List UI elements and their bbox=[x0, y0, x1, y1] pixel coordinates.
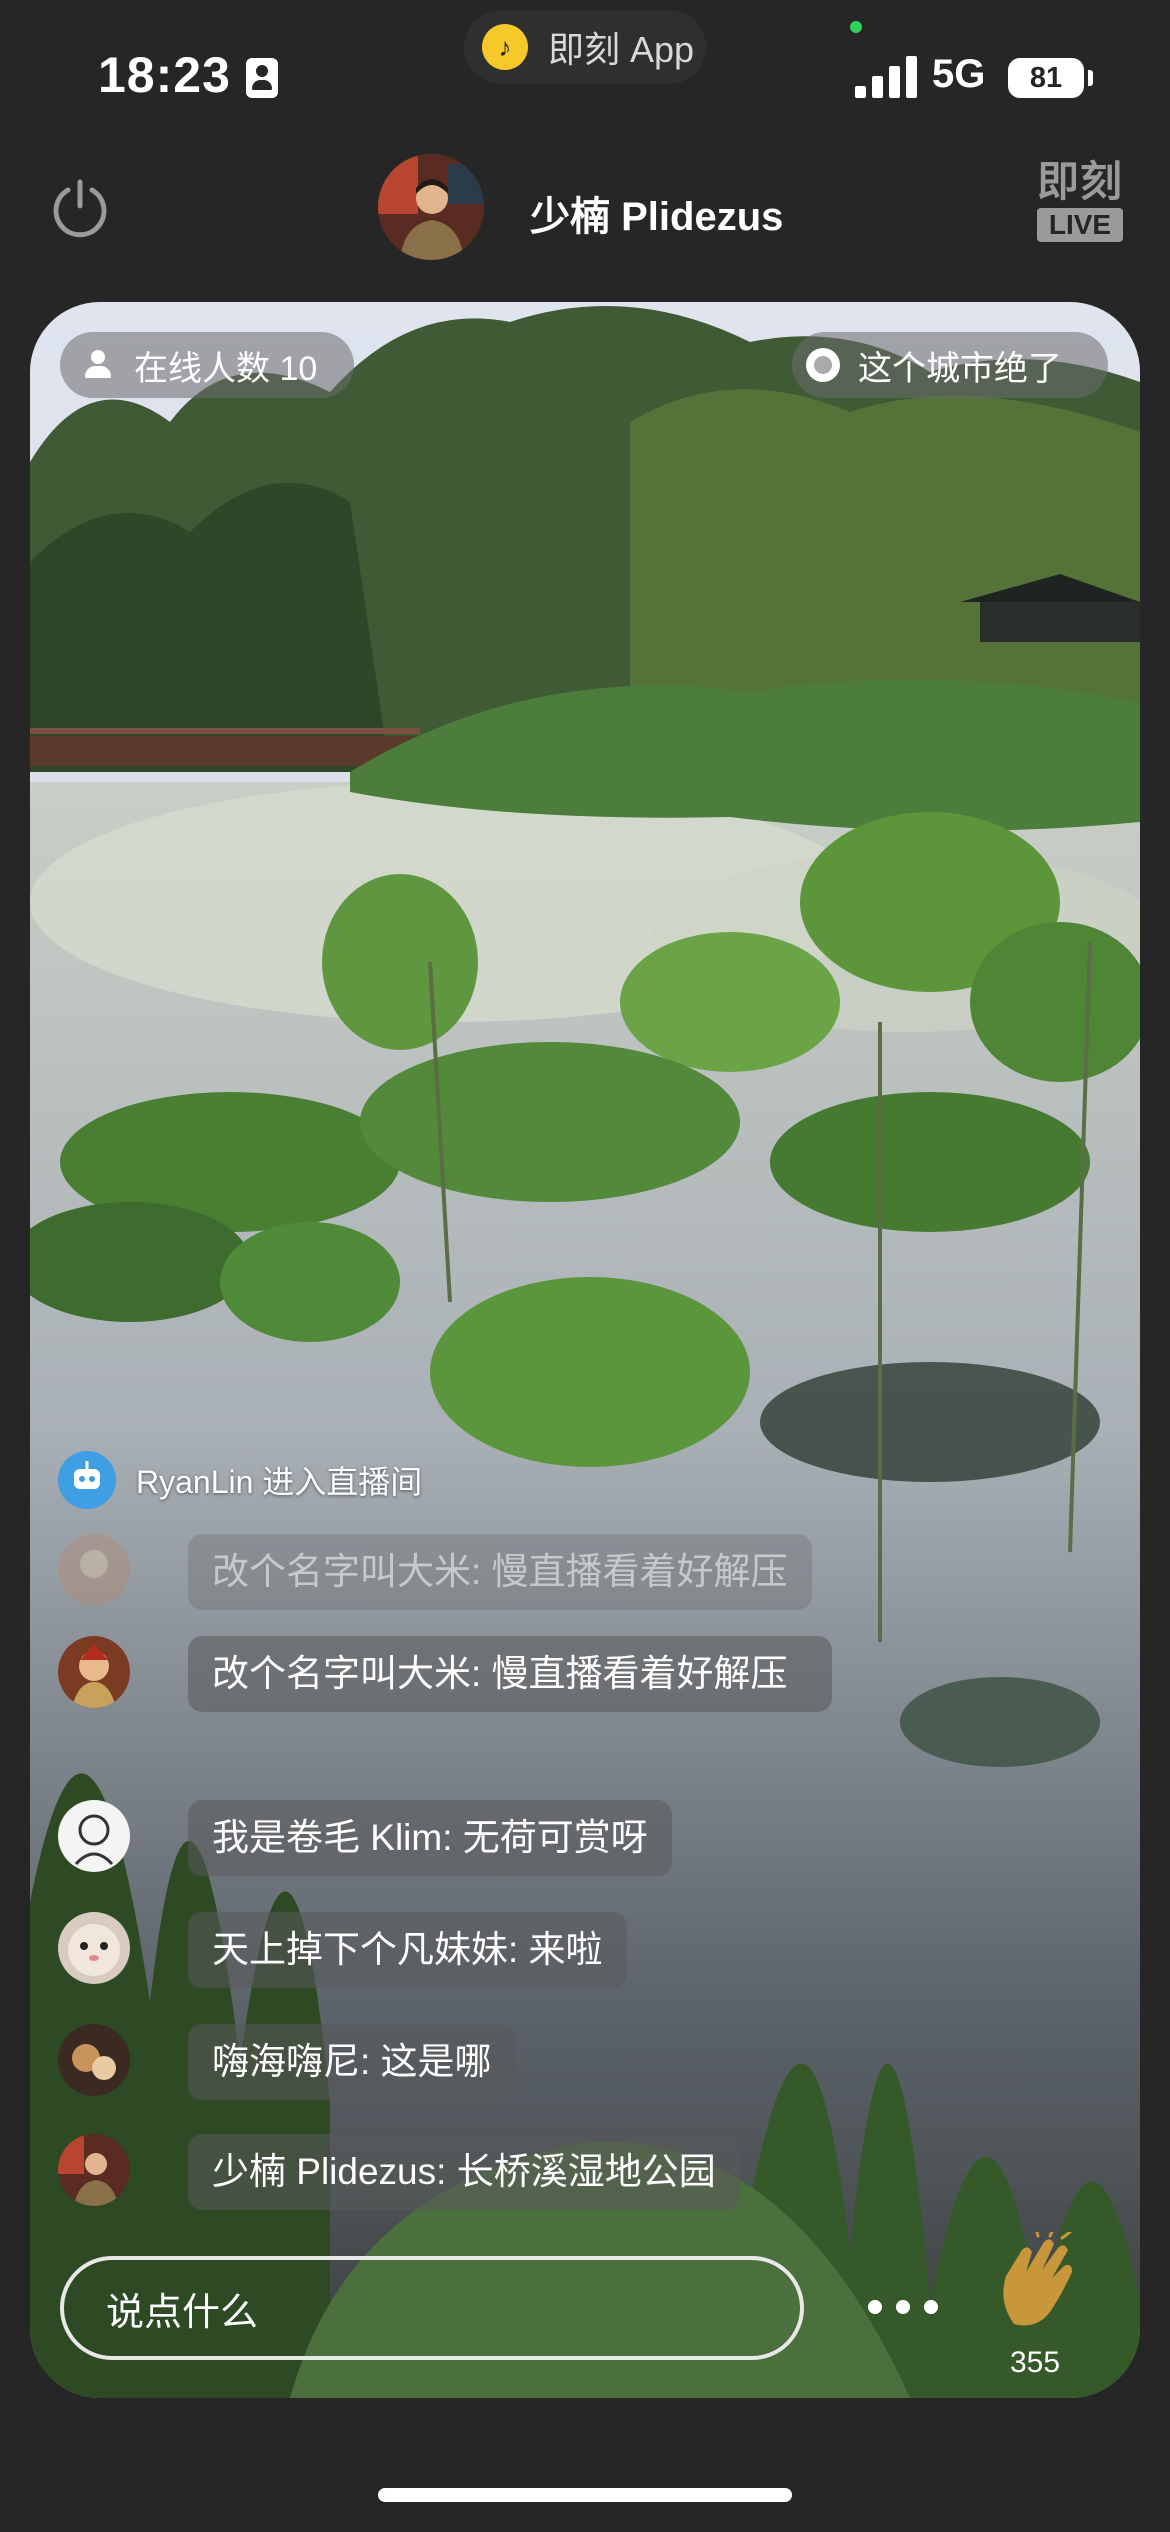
joiner-avatar bbox=[58, 1451, 116, 1509]
robot-avatar-image bbox=[58, 1451, 116, 1509]
chat-message-text: 改个名字叫大米: 慢直播看着好解压 bbox=[188, 1636, 832, 1712]
network-type: 5G bbox=[932, 52, 986, 96]
chat-avatar[interactable] bbox=[58, 2024, 130, 2096]
more-icon[interactable] bbox=[868, 2292, 938, 2322]
battery-level: 81 bbox=[1029, 61, 1063, 94]
battery-tip bbox=[1088, 70, 1093, 86]
home-indicator[interactable] bbox=[378, 2488, 792, 2502]
user-icon bbox=[84, 350, 112, 380]
live-badge: LIVE bbox=[1037, 208, 1123, 242]
chat-avatar[interactable] bbox=[58, 1636, 130, 1708]
chat-message: 嗨海嗨尼: 这是哪 bbox=[58, 2024, 516, 2100]
signal-icon bbox=[855, 56, 917, 98]
online-viewers-badge[interactable]: 在线人数 10 bbox=[60, 332, 354, 398]
record-icon bbox=[806, 348, 840, 382]
chat-message: 天上掉下个凡妹妹: 来啦 bbox=[58, 1912, 627, 1988]
chat-message: 我是卷毛 Klim: 无荷可赏呀 bbox=[58, 1800, 672, 1876]
clap-icon[interactable] bbox=[992, 2232, 1082, 2332]
contact-card-icon bbox=[246, 58, 278, 98]
online-viewers-label: 在线人数 10 bbox=[134, 349, 318, 388]
chat-avatar[interactable] bbox=[58, 1800, 130, 1872]
power-icon[interactable] bbox=[48, 176, 112, 240]
chat-avatar-image bbox=[58, 1800, 130, 1872]
chat-avatar-image bbox=[58, 1636, 130, 1708]
host-name[interactable]: 少楠 Plidezus bbox=[530, 184, 783, 242]
topic-label: 这个城市绝了 bbox=[858, 349, 1062, 388]
join-notice-text: RyanLin 进入直播间 bbox=[136, 1464, 423, 1500]
comment-input-placeholder: 说点什么 bbox=[106, 2291, 259, 2334]
chat-message: 少楠 Plidezus: 长桥溪湿地公园 bbox=[58, 2134, 740, 2210]
status-time: 18:23 bbox=[98, 47, 231, 103]
comment-input[interactable]: 说点什么 bbox=[60, 2256, 804, 2360]
chat-message-text: 少楠 Plidezus: 长桥溪湿地公园 bbox=[188, 2134, 740, 2210]
chat-message: 改个名字叫大米: 慢直播看着好解压 bbox=[58, 1534, 812, 1610]
dynamic-island-live-activity[interactable]: ♪ 即刻 App bbox=[464, 10, 706, 84]
battery-icon: 81 bbox=[1008, 58, 1084, 98]
chat-message: 改个名字叫大米: 慢直播看着好解压 bbox=[58, 1636, 832, 1712]
logo-text: 即刻 bbox=[1036, 158, 1123, 205]
host-avatar-image bbox=[378, 154, 484, 260]
chat-avatar-image bbox=[58, 2024, 130, 2096]
chat-message-text: 天上掉下个凡妹妹: 来啦 bbox=[188, 1912, 627, 1988]
privacy-indicator-dot bbox=[850, 21, 862, 33]
chat-avatar-image bbox=[58, 2134, 130, 2206]
jike-app-icon: ♪ bbox=[482, 24, 528, 70]
chat-message-text: 嗨海嗨尼: 这是哪 bbox=[188, 2024, 516, 2100]
chat-avatar-image bbox=[58, 1912, 130, 1984]
island-app-name: 即刻 App bbox=[548, 29, 695, 70]
chat-message-text: 我是卷毛 Klim: 无荷可赏呀 bbox=[188, 1800, 672, 1876]
host-avatar[interactable] bbox=[378, 154, 484, 260]
chat-avatar-image bbox=[58, 1534, 130, 1606]
chat-avatar[interactable] bbox=[58, 1912, 130, 1984]
clap-count: 355 bbox=[1009, 2346, 1061, 2379]
chat-avatar[interactable] bbox=[58, 2134, 130, 2206]
jike-live-logo: 即刻 LIVE bbox=[1034, 160, 1126, 242]
chat-message-text: 改个名字叫大米: 慢直播看着好解压 bbox=[188, 1534, 812, 1610]
chat-avatar[interactable] bbox=[58, 1534, 130, 1606]
join-notice: RyanLin 进入直播间 bbox=[58, 1450, 422, 1510]
live-stream-view[interactable]: 在线人数 10 这个城市绝了 RyanLin 进入直播间 改个名字叫大米: 慢直… bbox=[30, 302, 1140, 2398]
topic-badge[interactable]: 这个城市绝了 bbox=[792, 332, 1108, 398]
